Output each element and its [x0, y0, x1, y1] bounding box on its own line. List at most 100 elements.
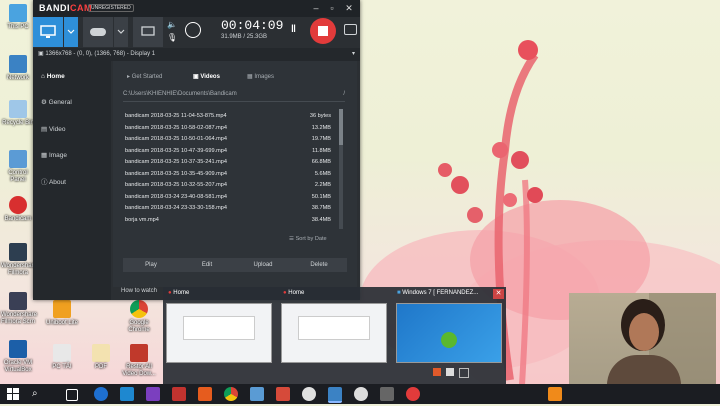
desktop-icon-uniboot[interactable]: Uniboot Lite [45, 300, 79, 327]
pause-icon[interactable]: ‖ [291, 24, 296, 35]
game-mode-button[interactable] [83, 17, 114, 47]
search-icon[interactable]: ⌕ [32, 388, 38, 399]
computer-icon [9, 4, 27, 22]
close-icon[interactable]: ✕ [341, 1, 357, 15]
recycle-bin-icon [9, 100, 27, 118]
foxit-icon[interactable] [276, 387, 290, 401]
obs-icon[interactable] [354, 387, 368, 401]
tab-videos[interactable]: ▣ Videos [193, 71, 220, 83]
chevron-down-icon [67, 29, 75, 34]
task-view-icon[interactable] [66, 389, 78, 401]
upload-button[interactable]: Upload [235, 258, 291, 272]
file-row[interactable]: borja vm.mp4 38.4MB [125, 215, 331, 225]
nav-video[interactable]: ▤ Video [41, 124, 109, 136]
bandicam-taskbar-icon[interactable] [406, 387, 420, 401]
play-button[interactable]: Play [123, 258, 179, 272]
nav-home[interactable]: ⌂ Home [41, 71, 109, 83]
file-size: 36 bytes [309, 113, 331, 119]
webcam-app-icon[interactable] [302, 387, 316, 401]
chrome-icon [130, 300, 148, 318]
desktop-icon-video-downloader[interactable]: Restor All Video Dow... [122, 344, 156, 378]
desktop-icon-chrome[interactable]: Google Chrome [122, 300, 156, 334]
file-row[interactable]: bandicam 2018-03-25 10-37-35-241.mp4 66.8… [125, 157, 331, 167]
file-row[interactable]: bandicam 2018-03-25 11-04-53-875.mp4 36 b… [125, 111, 331, 121]
microphone-icon[interactable]: 🎙 [167, 33, 177, 42]
sort-icon: ☰ [289, 236, 296, 242]
windows7-logo-icon [441, 332, 457, 348]
desktop-icon-label: Recycle Bin [2, 120, 34, 126]
restore-icon[interactable]: ▫ [324, 1, 340, 15]
delete-button[interactable]: Delete [291, 258, 347, 272]
file-name: bandicam 2018-03-25 10-58-02-087.mp4 [125, 124, 227, 131]
folder-path[interactable]: C:\Users\KHIENHIE\Documents\Bandicam / [123, 91, 345, 102]
desktop-icon-pdf[interactable]: PDF [84, 344, 118, 371]
monitor-app-icon[interactable] [380, 387, 394, 401]
visual-studio-icon[interactable] [146, 387, 160, 401]
tray-update-icon[interactable] [548, 387, 562, 401]
tab-images[interactable]: ▦ Images [247, 71, 274, 83]
how-to-watch-link[interactable]: How to watch [121, 288, 157, 294]
webcam-icon[interactable] [185, 22, 201, 38]
game-mode-dropdown[interactable] [114, 17, 129, 47]
file-row[interactable]: bandicam 2018-03-25 10-35-45-909.mp4 5.6M… [125, 169, 331, 179]
desktop-icon-pc-tai[interactable]: PC TẢI [45, 344, 79, 371]
desktop-icon-bandicam[interactable]: Bandicam [1, 196, 35, 223]
screen-mode-dropdown[interactable] [64, 17, 79, 47]
bandicam-logo: BANDICAM [39, 3, 92, 13]
nav-about[interactable]: ⓘ About [41, 177, 109, 189]
camera-icon[interactable] [459, 368, 469, 378]
desktop-icon-label: PC TẢI [52, 364, 72, 370]
minimize-icon[interactable]: – [308, 1, 324, 15]
desktop-icon-this-pc[interactable]: This PC [1, 4, 35, 31]
virtualbox-taskbar-icon[interactable] [328, 387, 342, 403]
folder-up-button[interactable]: / [343, 91, 345, 97]
file-size: 19.7MB [311, 136, 331, 142]
explorer-icon[interactable] [120, 387, 134, 401]
display-info-bar[interactable]: ▣ 1366x768 - (0, 0), (1366, 768) - Displ… [33, 48, 360, 61]
desktop-icon-recycle-bin[interactable]: Recycle Bin [1, 100, 35, 127]
thumbnail-preview-home-1[interactable] [166, 303, 272, 363]
pdf-icon [92, 344, 110, 362]
scrollbar-thumb[interactable] [339, 109, 343, 145]
stop-icon[interactable] [433, 368, 441, 376]
file-row[interactable]: bandicam 2018-03-25 10-32-55-207.mp4 2.2M… [125, 180, 331, 190]
screen-mode-button[interactable] [33, 17, 64, 47]
thumbnail-preview-home-2[interactable] [281, 303, 387, 363]
nav-general[interactable]: ⚙ General [41, 97, 109, 109]
desktop-icon-virtualbox[interactable]: Oracle VM VirtualBox [1, 340, 35, 374]
tab-label: Videos [200, 74, 220, 80]
file-row[interactable]: bandicam 2018-03-25 10-50-01-064.mp4 19.7… [125, 134, 331, 144]
desktop-icon-control-panel[interactable]: Control Panel [1, 150, 35, 184]
sort-by-date-button[interactable]: ☰ Sort by Date [289, 236, 327, 242]
stop-record-button[interactable] [310, 18, 336, 44]
desktop-icon-filmora[interactable]: Wondershare Filmora [1, 243, 37, 277]
file-row[interactable]: bandicam 2018-03-24 23-40-08-581.mp4 50.1… [125, 192, 331, 202]
file-row[interactable]: bandicam 2018-03-25 10-58-02-087.mp4 13.2… [125, 123, 331, 133]
edit-button[interactable]: Edit [179, 258, 235, 272]
nav-image[interactable]: ▦ Image [41, 150, 109, 162]
edge-icon[interactable] [94, 387, 108, 401]
desktop-icon-label: This PC [7, 24, 29, 30]
desktop-icon-filmora-scrn[interactable]: Wondershare Filmora Scrn [1, 292, 37, 326]
video-downloader-icon [130, 344, 148, 362]
file-list-scrollbar[interactable] [339, 109, 343, 229]
file-row[interactable]: bandicam 2018-03-25 10-47-39-699.mp4 11.8… [125, 146, 331, 156]
thumbnail-close-button[interactable]: ✕ [493, 289, 504, 299]
desktop-icon-network[interactable]: Network [1, 55, 35, 82]
start-button[interactable] [6, 387, 20, 401]
desktop-icon-label: PDF [95, 364, 107, 370]
chrome-taskbar-icon[interactable] [224, 387, 238, 401]
filezilla-icon[interactable] [172, 387, 186, 401]
xampp-icon[interactable] [198, 387, 212, 401]
app-icon[interactable] [250, 387, 264, 401]
bandicam-titlebar[interactable]: BANDICAM UNREGISTERED – ▫ ✕ [33, 0, 360, 17]
device-mode-button[interactable] [133, 17, 164, 47]
speaker-icon[interactable]: 🔈 [167, 20, 177, 29]
filmora-scrn-icon [9, 292, 27, 310]
camera-icon[interactable] [344, 24, 357, 35]
thumbnail-preview-windows7[interactable] [396, 303, 502, 363]
file-name: bandicam 2018-03-25 10-47-39-699.mp4 [125, 147, 227, 154]
pause-icon[interactable] [446, 368, 454, 376]
file-row[interactable]: bandicam 2018-03-24 23-33-30-158.mp4 38.7… [125, 203, 331, 213]
tab-get-started[interactable]: ▸ Get Started [127, 71, 162, 83]
